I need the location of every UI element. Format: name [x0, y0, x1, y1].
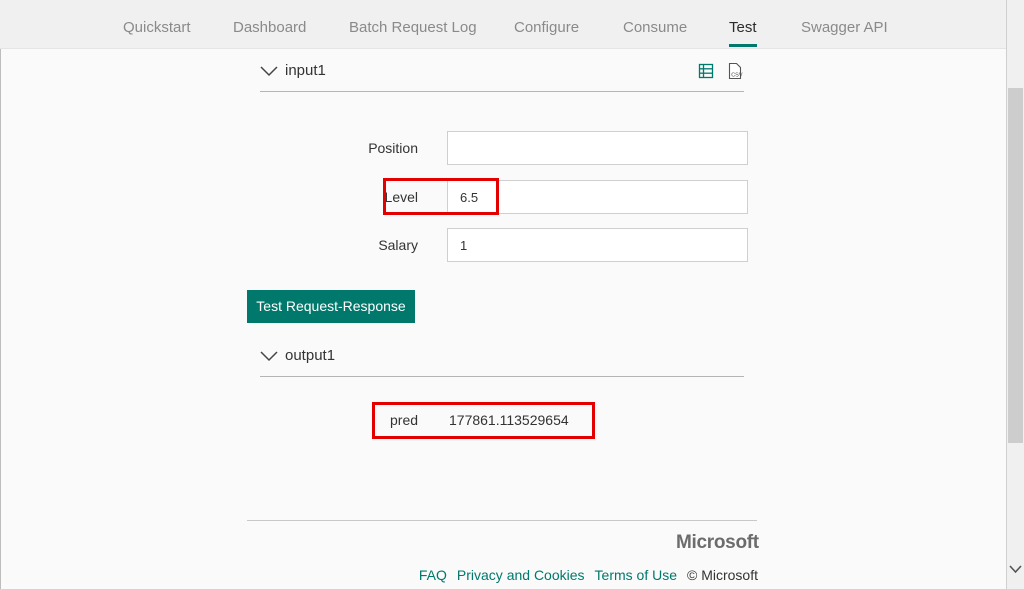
tab-batch-request-log[interactable]: Batch Request Log [349, 0, 477, 48]
level-field[interactable] [447, 180, 748, 214]
test-request-response-button[interactable]: Test Request-Response [247, 290, 415, 323]
faq-link[interactable]: FAQ [419, 567, 447, 583]
privacy-cookies-link[interactable]: Privacy and Cookies [457, 567, 585, 583]
salary-label: Salary [378, 237, 418, 253]
test-page: Quickstart Dashboard Batch Request Log C… [0, 0, 1024, 589]
position-field[interactable] [447, 131, 748, 165]
tab-quickstart[interactable]: Quickstart [123, 0, 191, 48]
window-left-edge [0, 0, 1, 589]
table-view-icon[interactable] [698, 62, 714, 80]
salary-field[interactable] [447, 228, 748, 262]
tab-test[interactable]: Test [729, 0, 757, 48]
pred-label: pred [390, 412, 419, 428]
csv-file-icon[interactable]: CSV [727, 62, 743, 80]
scrollbar-thumb[interactable] [1008, 88, 1023, 443]
input-section-title: input1 [285, 62, 326, 79]
tab-dashboard[interactable]: Dashboard [233, 0, 306, 48]
tab-consume[interactable]: Consume [623, 0, 687, 48]
footer-divider [247, 520, 757, 521]
tab-swagger-api[interactable]: Swagger API [801, 0, 888, 48]
level-label: Level [384, 189, 418, 205]
footer-links: FAQ Privacy and Cookies Terms of Use © Micr… [419, 567, 758, 583]
svg-text:CSV: CSV [731, 73, 743, 79]
output-section-header: output1 [260, 340, 744, 377]
pred-value: 177861.113529654 [449, 412, 569, 428]
vertical-scrollbar[interactable] [1007, 0, 1024, 589]
chevron-down-icon[interactable] [260, 65, 278, 77]
copyright-text: © Microsoft [687, 567, 758, 583]
input-section-header: input1 CSV [260, 55, 744, 92]
tab-configure[interactable]: Configure [514, 0, 579, 48]
position-label: Position [368, 140, 418, 156]
output-section-title: output1 [285, 347, 336, 364]
top-navigation: Quickstart Dashboard Batch Request Log C… [0, 0, 1006, 49]
microsoft-logo: Microsoft [676, 532, 759, 553]
chevron-down-icon[interactable] [260, 350, 278, 362]
terms-of-use-link[interactable]: Terms of Use [595, 567, 677, 583]
scroll-down-arrow-icon[interactable] [1007, 559, 1024, 579]
